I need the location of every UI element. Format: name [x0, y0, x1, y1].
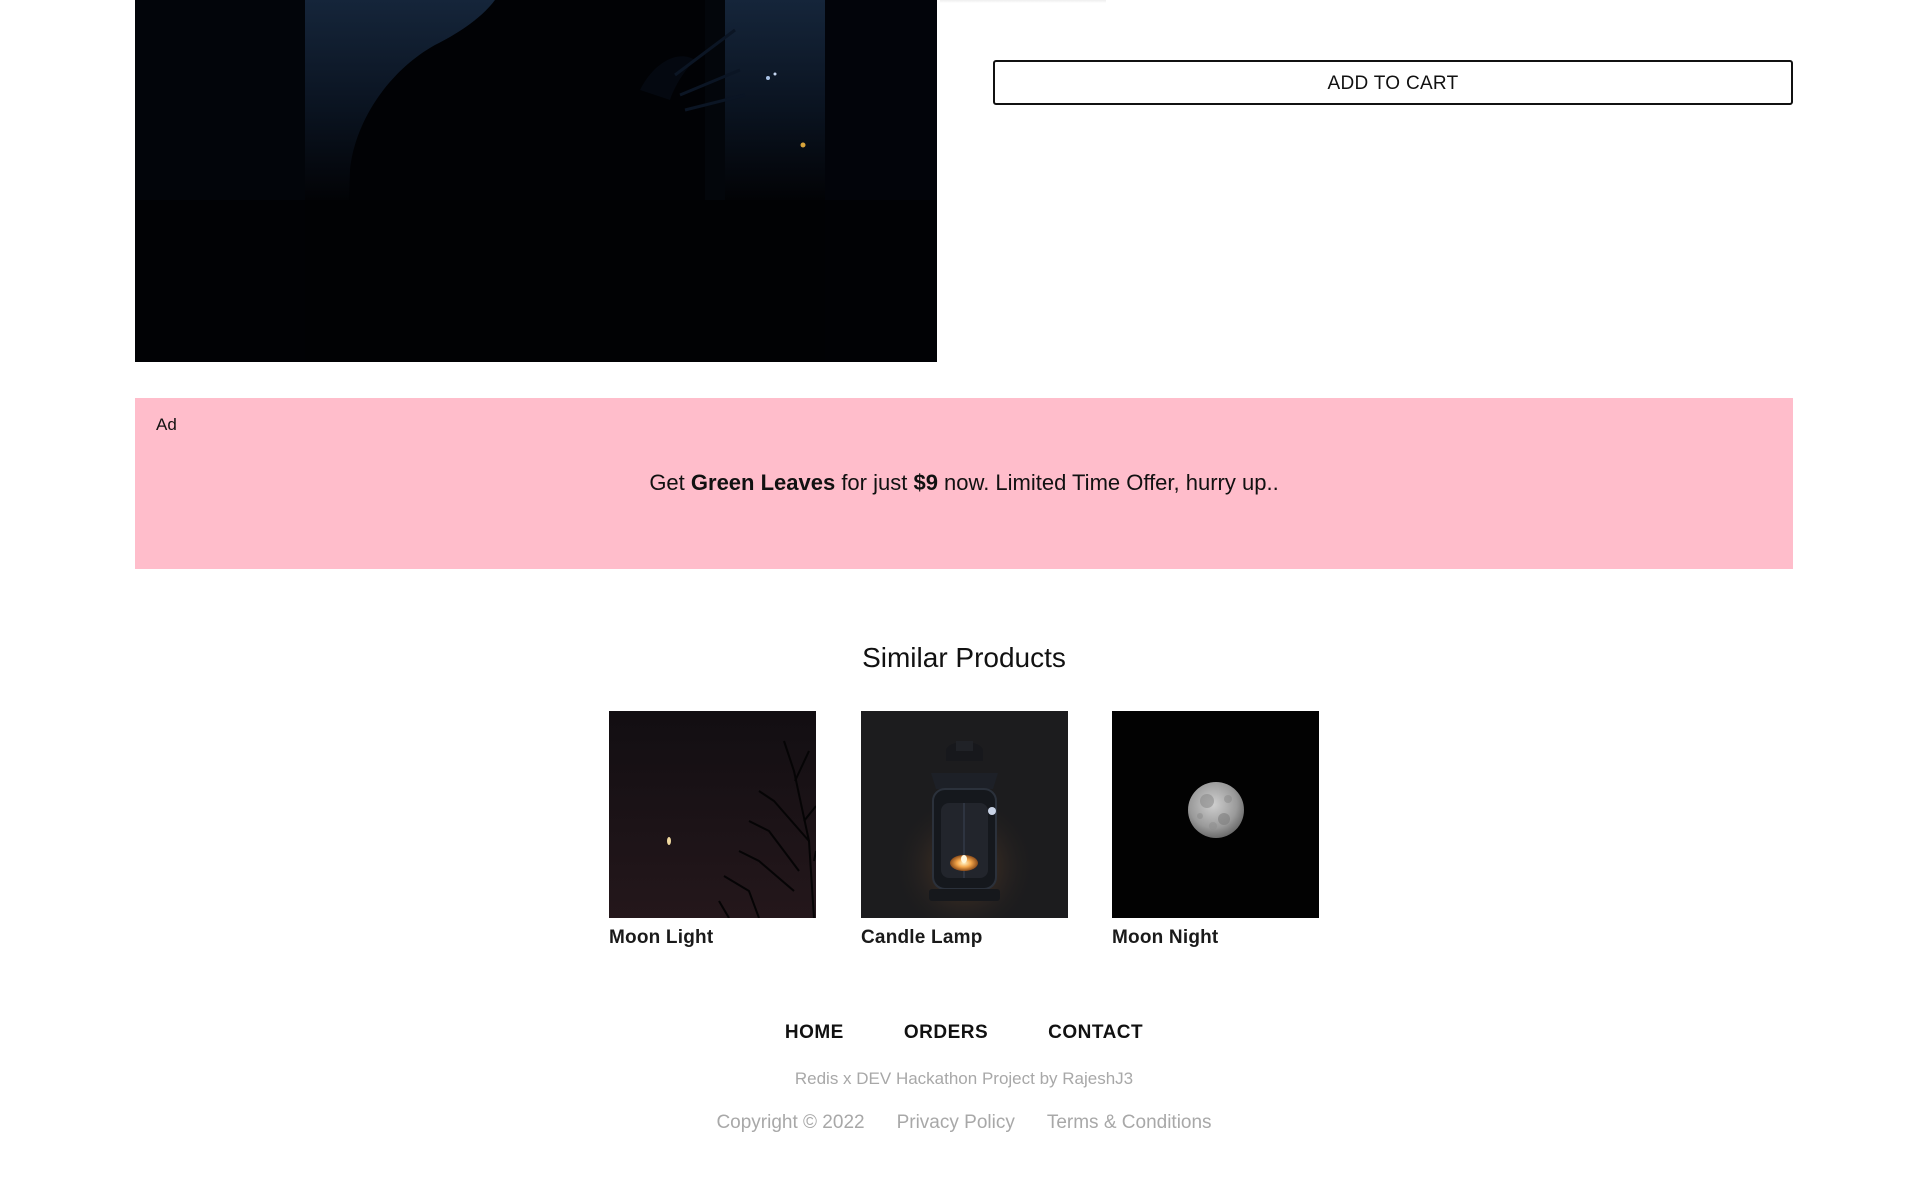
product-name[interactable]: Candle Lamp — [861, 927, 1068, 949]
product-thumbnail[interactable] — [1112, 711, 1319, 918]
product-name[interactable]: Moon Night — [1112, 927, 1319, 949]
footer-nav: HOME ORDERS CONTACT — [0, 1022, 1916, 1044]
product-card-moon-light[interactable]: Moon Light — [609, 711, 816, 949]
moon-light-photo — [609, 711, 816, 918]
top-card-shadow — [940, 0, 1106, 3]
legal-links: Copyright © 2022 Privacy Policy Terms & … — [0, 1112, 1916, 1134]
candle-lamp-photo — [861, 711, 1068, 918]
privacy-policy-link[interactable]: Privacy Policy — [897, 1112, 1015, 1134]
ad-text: Get Green Leaves for just $9 now. Limite… — [135, 470, 1793, 496]
product-name[interactable]: Moon Light — [609, 927, 816, 949]
silhouette-photo — [135, 0, 937, 362]
ad-product-name: Green Leaves — [690, 470, 836, 495]
similar-products-heading: Similar Products — [862, 642, 1066, 673]
moon-night-photo — [1112, 711, 1319, 918]
ad-banner[interactable]: Ad Get Green Leaves for just $9 now. Lim… — [135, 398, 1793, 569]
ad-text-middle: for just — [835, 470, 914, 495]
product-image — [135, 0, 937, 362]
ad-price: $9 — [913, 470, 938, 495]
ad-text-prefix: Get — [649, 470, 691, 495]
product-page: ADD TO CART Ad Get Green Leaves for just… — [0, 0, 1916, 1200]
add-to-cart-button[interactable]: ADD TO CART — [993, 60, 1793, 105]
ad-label: Ad — [156, 415, 177, 434]
ad-text-suffix: now. Limited Time Offer, hurry up.. — [937, 470, 1279, 495]
footer-link-orders[interactable]: ORDERS — [904, 1022, 988, 1044]
project-credit: Redis x DEV Hackathon Project by RajeshJ… — [794, 1069, 1134, 1088]
terms-conditions-link[interactable]: Terms & Conditions — [1047, 1112, 1212, 1134]
product-thumbnail[interactable] — [861, 711, 1068, 918]
copyright-text: Copyright © 2022 — [716, 1112, 865, 1133]
product-thumbnail[interactable] — [609, 711, 816, 918]
product-card-moon-night[interactable]: Moon Night — [1112, 711, 1319, 949]
footer-link-home[interactable]: HOME — [785, 1022, 844, 1044]
product-card-candle-lamp[interactable]: Candle Lamp — [861, 711, 1068, 949]
footer-link-contact[interactable]: CONTACT — [1048, 1022, 1143, 1044]
